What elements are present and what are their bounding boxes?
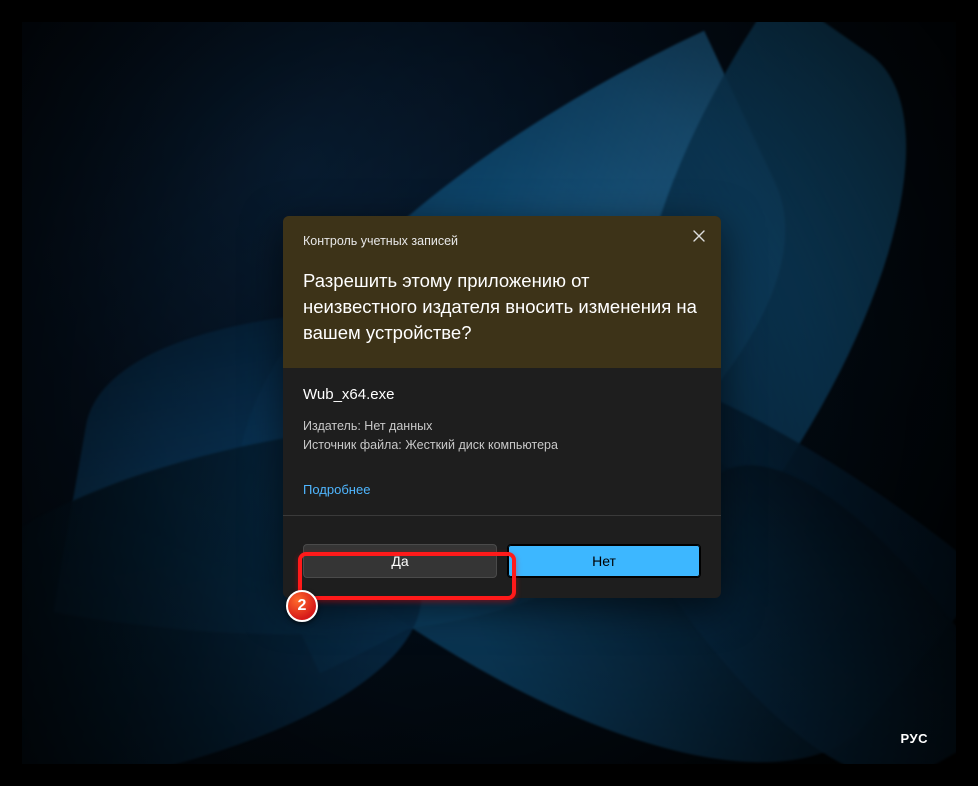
uac-question: Разрешить этому приложению от неизвестно… xyxy=(303,268,701,346)
desktop-background: Контроль учетных записей Разрешить этому… xyxy=(22,22,956,764)
annotation-badge: 2 xyxy=(286,590,318,622)
uac-metadata: Издатель: Нет данных Источник файла: Жес… xyxy=(303,417,701,456)
divider xyxy=(283,515,721,516)
origin-value: Жесткий диск компьютера xyxy=(405,438,558,452)
uac-header: Контроль учетных записей Разрешить этому… xyxy=(283,216,721,368)
uac-button-row: Да Нет xyxy=(283,526,721,598)
uac-app-name: Wub_x64.exe xyxy=(303,386,701,403)
yes-button[interactable]: Да xyxy=(303,544,497,578)
publisher-value: Нет данных xyxy=(364,419,432,433)
more-details-link[interactable]: Подробнее xyxy=(303,482,370,497)
uac-dialog: Контроль учетных записей Разрешить этому… xyxy=(283,216,721,598)
no-button[interactable]: Нет xyxy=(507,544,701,578)
publisher-label: Издатель: xyxy=(303,419,361,433)
uac-body: Wub_x64.exe Издатель: Нет данных Источни… xyxy=(283,368,721,527)
close-icon xyxy=(693,229,705,247)
close-button[interactable] xyxy=(685,224,713,252)
origin-label: Источник файла: xyxy=(303,438,402,452)
uac-title: Контроль учетных записей xyxy=(303,234,701,248)
language-indicator[interactable]: РУС xyxy=(901,731,928,746)
